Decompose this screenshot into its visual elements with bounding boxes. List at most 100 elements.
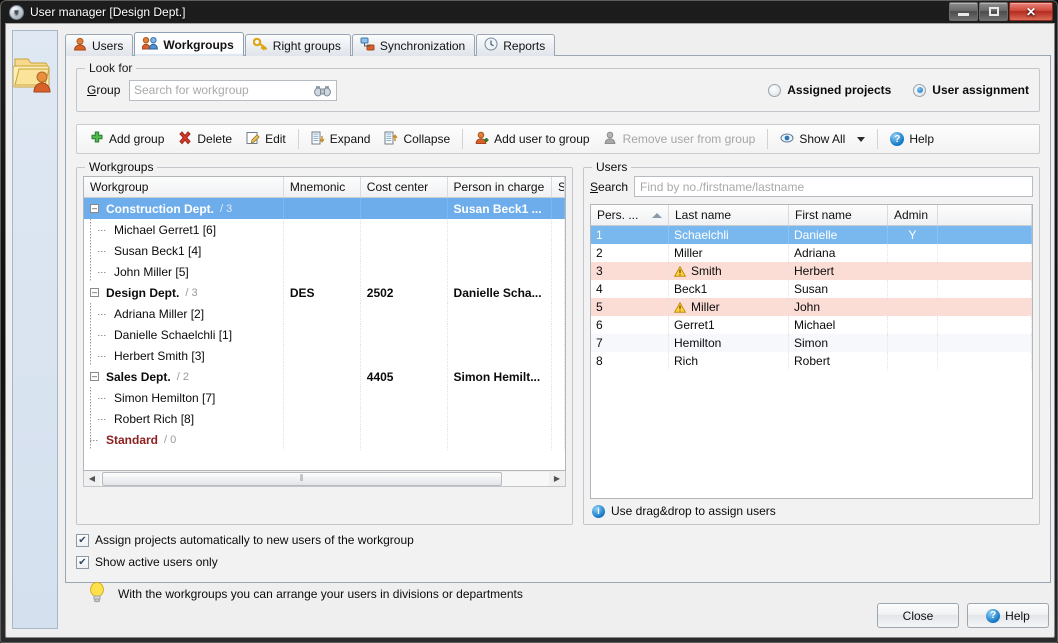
workgroup-cell-person-in-charge [448,324,552,345]
workgroup-cell-person-in-charge [448,387,552,408]
radio-assigned-projects-button[interactable] [768,84,781,97]
workgroup-row[interactable]: –Design Dept./ 3DES2502Danielle Scha... [84,282,565,303]
workgroups-grid-body[interactable]: –Construction Dept./ 3Susan Beck1 ...Mic… [84,198,565,470]
checkbox-show-active-users[interactable]: ✔ [76,556,89,569]
chevron-down-icon[interactable] [857,137,865,142]
users-search-input[interactable]: Find by no./firstname/lastname [634,176,1033,197]
add-group-button[interactable]: Add group [83,128,171,151]
add-user-to-group-button[interactable]: Add user to group [468,128,596,151]
user-last-name-label: Schaelchli [674,228,729,242]
workgroup-row[interactable]: Adriana Miller [2] [84,303,565,324]
expand-button[interactable]: Expand [304,128,378,151]
warning-triangle-icon [674,266,686,277]
workgroup-row[interactable]: Robert Rich [8] [84,408,565,429]
toolbar-help-button[interactable]: ? Help [883,129,941,149]
workgroup-row[interactable]: Danielle Schaelchli [1] [84,324,565,345]
column-header-last-name[interactable]: Last name [669,205,789,225]
tree-horizontal-line [98,230,107,231]
close-button[interactable]: Close [877,603,959,628]
users-grid[interactable]: Pers. ... Last name First name Admin 1Sc… [590,204,1033,499]
scroll-left-arrow-icon[interactable]: ◀ [84,472,100,486]
option-show-active-users-label: Show active users only [95,555,218,569]
radio-assigned-projects[interactable]: Assigned projects [768,83,891,97]
minimize-button[interactable] [949,2,978,21]
workgroup-cell-person-in-charge: Simon Hemilt... [448,366,552,387]
user-cell-pers-no: 5 [591,298,669,316]
workgroup-row[interactable]: Susan Beck1 [4] [84,240,565,261]
column-header-cost-center[interactable]: Cost center [361,177,448,197]
workgroup-cell-mnemonic [284,219,361,240]
tab-users-label: Users [92,39,123,53]
user-row[interactable]: 2MillerAdriana [591,244,1032,262]
report-clock-icon [484,37,498,54]
show-all-button[interactable]: Show All [773,128,872,151]
workgroup-row[interactable]: Simon Hemilton [7] [84,387,565,408]
users-search-placeholder: Find by no./firstname/lastname [640,180,804,194]
users-grid-body[interactable]: 1SchaelchliDanielleY2MillerAdriana3Smith… [591,226,1032,498]
tab-workgroups[interactable]: Workgroups [134,32,243,56]
scroll-thumb[interactable]: ⦀ [102,472,502,486]
tab-synchronization[interactable]: Synchronization [352,34,475,56]
user-row[interactable]: 3SmithHerbert [591,262,1032,280]
column-header-first-name[interactable]: First name [789,205,888,225]
workgroup-cell-name: –Construction Dept./ 3 [84,198,284,219]
workgroup-member-label: Herbert Smith [3] [114,349,205,363]
column-header-workgroup[interactable]: Workgroup [84,177,284,197]
option-assign-projects[interactable]: ✔ Assign projects automatically to new u… [76,533,1040,547]
scroll-right-arrow-icon[interactable]: ▶ [549,472,565,486]
tab-users[interactable]: Users [65,34,133,56]
user-cell-admin [888,334,938,352]
tree-collapse-expander-icon[interactable]: – [90,204,99,213]
radio-user-assignment[interactable]: User assignment [913,83,1029,97]
help-button[interactable]: ? Help [967,603,1049,628]
workgroup-cell-name: Standard/ 0 [84,429,284,450]
close-window-button[interactable]: ✕ [1009,2,1053,21]
collapse-button[interactable]: Collapse [377,128,457,151]
edit-label: Edit [265,132,286,146]
workgroup-member-count: / 2 [177,371,189,383]
column-header-s[interactable]: S [552,177,565,197]
workgroup-row[interactable]: –Sales Dept./ 24405Simon Hemilt... [84,366,565,387]
collapse-label: Collapse [403,132,450,146]
option-show-active-users[interactable]: ✔ Show active users only [76,555,1040,569]
user-row[interactable]: 7HemiltonSimon [591,334,1032,352]
column-header-pers-no[interactable]: Pers. ... [591,205,669,225]
workgroup-row[interactable]: Michael Gerret1 [6] [84,219,565,240]
tab-reports-label: Reports [503,39,545,53]
column-header-person-in-charge[interactable]: Person in charge [448,177,552,197]
workgroup-row[interactable]: –Construction Dept./ 3Susan Beck1 ... [84,198,565,219]
tab-right-groups[interactable]: Right groups [245,34,351,56]
workgroups-panel-title: Workgroups [85,160,157,174]
user-row[interactable]: 6Gerret1Michael [591,316,1032,334]
tab-reports[interactable]: Reports [476,34,555,56]
workgroup-cell-s [552,429,565,450]
edit-button[interactable]: Edit [239,128,293,151]
workgroup-cell-person-in-charge [448,261,552,282]
user-row[interactable]: 5MillerJohn [591,298,1032,316]
checkbox-assign-projects[interactable]: ✔ [76,534,89,547]
tree-collapse-expander-icon[interactable]: – [90,288,99,297]
maximize-button[interactable] [979,2,1008,21]
workgroup-search-input[interactable]: Search for workgroup [129,80,337,101]
user-row[interactable]: 4Beck1Susan [591,280,1032,298]
workgroup-member-label: Susan Beck1 [4] [114,244,201,258]
application-window: ▼ User manager [Design Dept.] ✕ [0,0,1058,643]
column-header-blank[interactable] [938,205,1032,225]
workgroup-row[interactable]: John Miller [5] [84,261,565,282]
radio-user-assignment-button[interactable] [913,84,926,97]
scroll-track[interactable]: ⦀ [100,472,549,486]
tab-workgroups-label: Workgroups [163,38,233,52]
workgroup-cell-mnemonic [284,324,361,345]
workgroup-row[interactable]: Standard/ 0 [84,429,565,450]
user-row[interactable]: 1SchaelchliDanielleY [591,226,1032,244]
delete-button[interactable]: Delete [171,128,239,151]
column-header-admin[interactable]: Admin [888,205,938,225]
binoculars-icon[interactable] [314,84,331,100]
workgroups-horizontal-scrollbar[interactable]: ◀ ⦀ ▶ [83,471,566,487]
workgroup-row[interactable]: Herbert Smith [3] [84,345,565,366]
user-row[interactable]: 8RichRobert [591,352,1032,370]
column-header-mnemonic[interactable]: Mnemonic [284,177,361,197]
tree-horizontal-line [98,356,107,357]
tree-collapse-expander-icon[interactable]: – [90,372,99,381]
workgroups-grid[interactable]: Workgroup Mnemonic Cost center Person in… [83,176,566,471]
